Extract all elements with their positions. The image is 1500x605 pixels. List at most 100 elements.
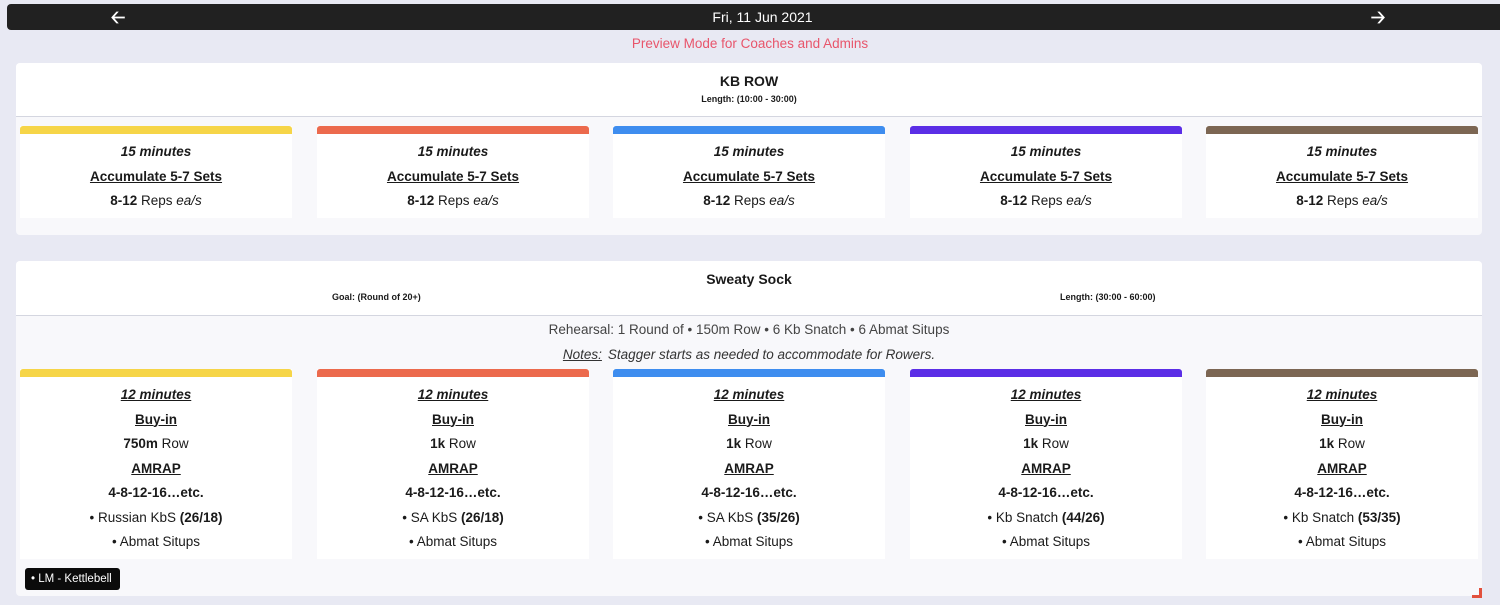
card-reps: 8-12 Reps ea/s — [20, 189, 292, 214]
row-distance: 1k — [726, 436, 742, 451]
card-situps: • Abmat Situps — [408, 534, 498, 549]
workout-length: Length: (10:00 - 30:00) — [701, 94, 797, 104]
card-amrap: AMRAP — [1021, 460, 1071, 476]
card-kettlebell: • Kb Snatch (44/26) — [910, 506, 1182, 531]
card-buyin: Buy-in — [1025, 411, 1067, 427]
level-card: 15 minutes Accumulate 5-7 Sets 8-12 Reps e… — [20, 126, 292, 218]
reps-label: Reps — [1323, 193, 1363, 208]
card-time: 12 minutes — [1010, 387, 1082, 402]
row-label: Row — [741, 436, 772, 451]
row-label: Row — [1038, 436, 1069, 451]
workout-goal: Goal: (Round of 20+) — [332, 292, 421, 302]
card-scheme: 4-8-12-16…etc. — [998, 485, 1094, 500]
card-row: 1k Row — [910, 432, 1182, 457]
card-situps: • Abmat Situps — [704, 534, 794, 549]
card-buyin: Buy-in — [1321, 411, 1363, 427]
card-situps: • Abmat Situps — [1001, 534, 1091, 549]
level-card: 15 minutes Accumulate 5-7 Sets 8-12 Reps e… — [910, 126, 1182, 218]
card-buyin: Buy-in — [728, 411, 770, 427]
card-time: 12 minutes — [713, 387, 785, 402]
workout-length: Length: (30:00 - 60:00) — [1060, 292, 1156, 302]
level-card: 15 minutes Accumulate 5-7 Sets 8-12 Reps e… — [1206, 126, 1478, 218]
workout-header: Sweaty Sock Goal: (Round of 20+) Length:… — [16, 261, 1482, 316]
card-time: 12 minutes — [120, 387, 192, 402]
card-amrap: AMRAP — [131, 460, 181, 476]
card-kettlebell: • Russian KbS (26/18) — [20, 506, 292, 531]
row-label: Row — [1334, 436, 1365, 451]
level-color-bar — [910, 369, 1182, 377]
level-card: 15 minutes Accumulate 5-7 Sets 8-12 Reps e… — [613, 126, 885, 218]
reps-unit: ea/s — [769, 193, 795, 208]
rehearsal-text: Rehearsal: 1 Round of • 150m Row • 6 Kb … — [548, 322, 950, 337]
row-distance: 1k — [1023, 436, 1039, 451]
workout-header: KB ROW Length: (10:00 - 30:00) — [16, 63, 1482, 117]
row-distance: 750m — [123, 436, 158, 451]
card-sets: Accumulate 5-7 Sets — [386, 168, 520, 184]
reps-count: 8-12 — [407, 193, 435, 208]
notes-text: Stagger starts as needed to accommodate … — [607, 347, 936, 362]
kb-weight: (26/18) — [460, 509, 504, 525]
kb-movement: • Russian KbS — [89, 509, 180, 525]
arrow-right-icon[interactable]: 🡢 — [1368, 7, 1388, 27]
reps-count: 8-12 — [110, 193, 138, 208]
card-sets: Accumulate 5-7 Sets — [682, 168, 816, 184]
resize-corner-icon[interactable] — [1472, 588, 1482, 598]
kb-movement: • Kb Snatch — [1283, 509, 1358, 525]
reps-count: 8-12 — [1296, 193, 1324, 208]
level-color-bar — [910, 126, 1182, 134]
card-scheme: 4-8-12-16…etc. — [405, 485, 501, 500]
row-label: Row — [445, 436, 476, 451]
date-navigation-bar: 🡠 Fri, 11 Jun 2021 🡢 — [7, 4, 1500, 30]
card-reps: 8-12 Reps ea/s — [910, 189, 1182, 214]
level-color-bar — [613, 126, 885, 134]
level-color-bar — [317, 126, 589, 134]
notes-label: Notes: — [562, 347, 602, 362]
level-card: 12 minutes Buy-in 1k Row AMRAP 4-8-12-16…etc… — [910, 369, 1182, 559]
level-color-bar — [1206, 369, 1478, 377]
reps-unit: ea/s — [473, 193, 499, 208]
card-row: 750m Row — [20, 432, 292, 457]
card-time: 15 minutes — [1010, 144, 1082, 159]
current-date: Fri, 11 Jun 2021 — [712, 9, 813, 25]
card-time: 15 minutes — [713, 144, 785, 159]
card-reps: 8-12 Reps ea/s — [613, 189, 885, 214]
reps-count: 8-12 — [703, 193, 731, 208]
card-time: 15 minutes — [417, 144, 489, 159]
card-buyin: Buy-in — [135, 411, 177, 427]
reps-unit: ea/s — [1362, 193, 1388, 208]
level-card: 12 minutes Buy-in 1k Row AMRAP 4-8-12-16…etc… — [317, 369, 589, 559]
card-situps: • Abmat Situps — [111, 534, 201, 549]
card-amrap: AMRAP — [1317, 460, 1367, 476]
level-color-bar — [20, 126, 292, 134]
level-card: 12 minutes Buy-in 1k Row AMRAP 4-8-12-16…etc… — [1206, 369, 1478, 559]
card-sets: Accumulate 5-7 Sets — [1275, 168, 1409, 184]
card-buyin: Buy-in — [432, 411, 474, 427]
level-color-bar — [317, 369, 589, 377]
card-amrap: AMRAP — [724, 460, 774, 476]
reps-count: 8-12 — [1000, 193, 1028, 208]
kb-movement: • Kb Snatch — [987, 509, 1062, 525]
reps-unit: ea/s — [1066, 193, 1092, 208]
reps-label: Reps — [1027, 193, 1067, 208]
row-distance: 1k — [1319, 436, 1335, 451]
card-scheme: 4-8-12-16…etc. — [108, 485, 204, 500]
reps-unit: ea/s — [176, 193, 202, 208]
kb-weight: (35/26) — [756, 509, 800, 525]
card-situps: • Abmat Situps — [1297, 534, 1387, 549]
card-scheme: 4-8-12-16…etc. — [701, 485, 797, 500]
workout-title: Sweaty Sock — [706, 271, 792, 287]
card-sets: Accumulate 5-7 Sets — [979, 168, 1113, 184]
card-row: 1k Row — [317, 432, 589, 457]
card-scheme: 4-8-12-16…etc. — [1294, 485, 1390, 500]
card-amrap: AMRAP — [428, 460, 478, 476]
card-kettlebell: • SA KbS (35/26) — [613, 506, 885, 531]
level-color-bar — [613, 369, 885, 377]
track-tag[interactable]: • LM - Kettlebell — [25, 568, 120, 590]
arrow-left-icon[interactable]: 🡠 — [108, 7, 128, 27]
card-time: 12 minutes — [1306, 387, 1378, 402]
level-card: 15 minutes Accumulate 5-7 Sets 8-12 Reps e… — [317, 126, 589, 218]
workout-title: KB ROW — [719, 73, 779, 89]
kb-weight: (44/26) — [1061, 509, 1105, 525]
card-kettlebell: • SA KbS (26/18) — [317, 506, 589, 531]
kb-weight: (53/35) — [1357, 509, 1401, 525]
